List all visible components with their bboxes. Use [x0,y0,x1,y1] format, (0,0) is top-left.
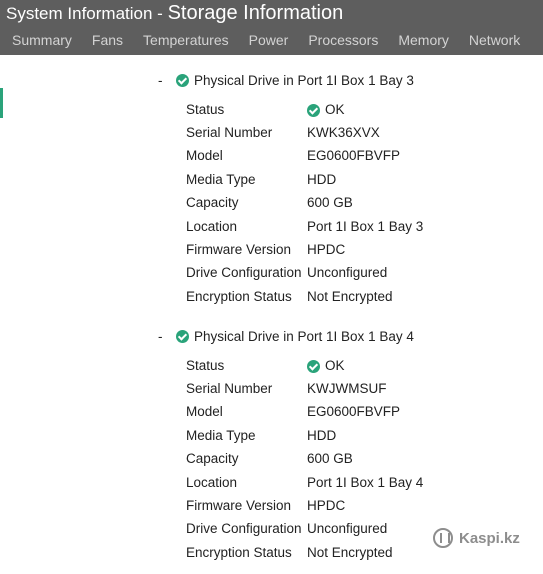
tab-fans[interactable]: Fans [82,27,133,53]
tab-summary[interactable]: Summary [3,27,82,53]
ok-check-icon [176,73,189,87]
field-value: 600 GB [307,195,353,210]
field-label: Status [186,102,225,117]
drive-title: Physical Drive in Port 1I Box 1 Bay 4 [194,328,414,344]
tab-power[interactable]: Power [239,27,299,53]
field-value: OK [307,357,345,375]
status-text: OK [325,102,345,117]
field-value: HDD [307,172,337,187]
page-title-sub: Storage Information [167,2,344,24]
field-label: Media Type [186,428,256,443]
header-bar: System Information - Storage Information… [0,0,543,55]
field-label: Capacity [186,451,239,466]
ok-check-icon [307,359,320,373]
tab-bar: Summary Fans Temperatures Power Processo… [3,27,543,53]
watermark: Kaspi.kz [433,528,520,548]
field-label: Encryption Status [186,289,292,304]
field-value: KWJWMSUF [307,381,387,396]
field-value: Unconfigured [307,265,388,280]
ok-check-icon [307,103,320,117]
field-label: Encryption Status [186,545,292,560]
field-label: Firmware Version [186,498,292,513]
drive-title: Physical Drive in Port 1I Box 1 Bay 3 [194,72,414,88]
ok-check-icon [176,329,189,343]
field-label: Firmware Version [186,242,292,257]
kaspi-logo-icon [433,528,453,548]
page-title-main: System Information [6,4,153,23]
field-value: 600 GB [307,451,353,466]
selection-accent [0,88,3,118]
watermark-text: Kaspi.kz [459,529,520,547]
tab-processors[interactable]: Processors [298,27,388,53]
field-label: Location [186,219,238,234]
tab-temperatures[interactable]: Temperatures [133,27,239,53]
field-value: OK [307,101,345,119]
field-value: HDD [307,428,337,443]
field-value: EG0600FBVFP [307,404,401,419]
field-value: Port 1I Box 1 Bay 3 [307,219,424,234]
field-label: Drive Configuration [186,521,302,536]
status-text: OK [325,358,345,373]
field-label: Location [186,475,238,490]
field-value: Not Encrypted [307,289,393,304]
field-label: Capacity [186,195,239,210]
tab-memory[interactable]: Memory [388,27,459,53]
collapse-toggle[interactable]: - [158,73,176,88]
tab-network[interactable]: Network [459,27,530,53]
page-title-separator: - [152,4,168,23]
drive-header: - Physical Drive in Port 1I Box 1 Bay 3 [158,71,414,89]
field-value: HPDC [307,242,346,257]
field-value: Not Encrypted [307,545,393,560]
field-label: Model [186,148,223,163]
field-label: Serial Number [186,125,273,140]
field-label: Media Type [186,172,256,187]
field-label: Serial Number [186,381,273,396]
field-value: EG0600FBVFP [307,148,401,163]
field-label: Drive Configuration [186,265,302,280]
field-value: HPDC [307,498,346,513]
field-value: KWK36XVX [307,125,380,140]
field-label: Model [186,404,223,419]
field-value: Port 1I Box 1 Bay 4 [307,475,424,490]
collapse-toggle[interactable]: - [158,329,176,344]
field-label: Status [186,358,225,373]
field-value: Unconfigured [307,521,388,536]
drive-header: - Physical Drive in Port 1I Box 1 Bay 4 [158,327,414,345]
page-title: System Information - Storage Information [6,0,343,27]
